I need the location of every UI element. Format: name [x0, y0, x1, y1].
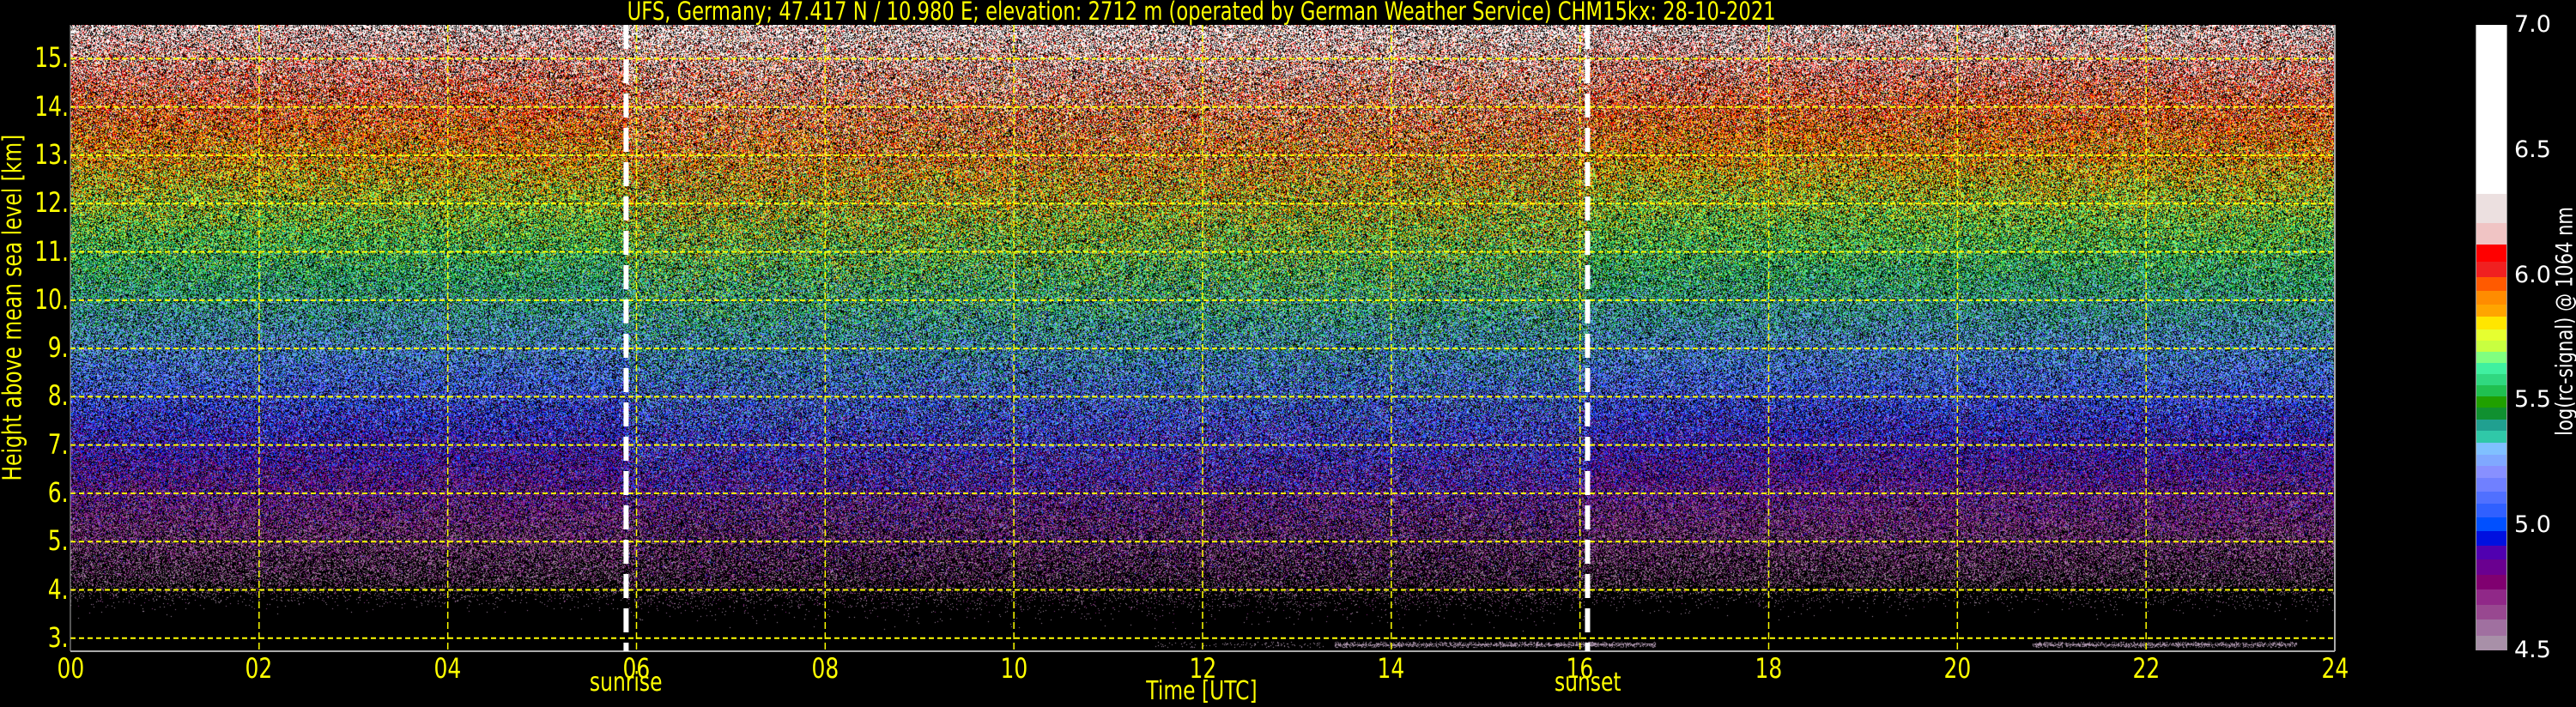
- plot-overlay: [0, 0, 2576, 707]
- y-tick-label: 14.: [17, 93, 69, 120]
- colorbar-band: [2476, 589, 2506, 605]
- y-tick-label: 3.: [17, 624, 69, 651]
- colorbar-band: [2476, 420, 2506, 431]
- x-tick-label: 22: [2112, 652, 2180, 685]
- colorbar-band: [2476, 329, 2506, 341]
- colorbar-band: [2476, 466, 2506, 478]
- x-tick-label: 14: [1357, 652, 1426, 685]
- colorbar-band: [2476, 546, 2506, 559]
- y-tick-label: 5.: [17, 527, 69, 554]
- x-tick-label: 10: [979, 652, 1048, 685]
- colorbar-band: [2476, 341, 2506, 352]
- colorbar-band: [2476, 531, 2506, 546]
- x-tick-label: 02: [225, 652, 294, 685]
- colorbar-band: [2476, 194, 2506, 223]
- colorbar-band: [2476, 374, 2506, 385]
- colorbar-tick-label: 6.0: [2514, 263, 2551, 287]
- colorbar-band: [2476, 636, 2506, 650]
- colorbar: [2476, 25, 2507, 650]
- colorbar-band: [2476, 478, 2506, 492]
- colorbar-band: [2476, 455, 2506, 466]
- colorbar-tick-label: 6.5: [2514, 138, 2551, 162]
- colorbar-band: [2476, 305, 2506, 317]
- colorbar-band: [2476, 396, 2506, 407]
- colorbar-band: [2476, 619, 2506, 635]
- colorbar-tick-label: 4.5: [2514, 638, 2551, 662]
- colorbar-band: [2476, 431, 2506, 443]
- colorbar-band: [2476, 277, 2506, 291]
- x-tick-label: 08: [791, 652, 859, 685]
- colorbar-tick-label: 5.0: [2514, 513, 2551, 537]
- y-tick-label: 4.: [17, 576, 69, 603]
- y-tick-label: 15.: [17, 44, 69, 71]
- colorbar-band: [2476, 245, 2506, 262]
- colorbar-label: log(rc-signal) @ 1064 nm: [2552, 211, 2576, 468]
- colorbar-band: [2476, 363, 2506, 374]
- colorbar-band: [2476, 262, 2506, 277]
- x-tick-label: 24: [2300, 652, 2369, 685]
- x-tick-label: 04: [414, 652, 482, 685]
- x-tick-label: 20: [1923, 652, 1991, 685]
- x-axis-label: Time [UTC]: [1116, 676, 1288, 706]
- x-tick-label: 18: [1735, 652, 1803, 685]
- y-axis-label: Height above mean sea level [km]: [0, 153, 28, 530]
- colorbar-band: [2476, 317, 2506, 329]
- colorbar-band: [2476, 575, 2506, 589]
- colorbar-band: [2476, 605, 2506, 619]
- colorbar-band: [2476, 492, 2506, 505]
- colorbar-band: [2476, 504, 2506, 517]
- sunrise-label: sunrise: [566, 668, 686, 698]
- colorbar-band: [2476, 559, 2506, 575]
- colorbar-band: [2476, 385, 2506, 396]
- colorbar-tick-label: 5.5: [2514, 388, 2551, 412]
- x-tick-label: 00: [36, 652, 105, 685]
- colorbar-band: [2476, 25, 2506, 194]
- colorbar-band: [2476, 291, 2506, 305]
- colorbar-band: [2476, 223, 2506, 245]
- colorbar-tick-label: 7.0: [2514, 13, 2551, 37]
- colorbar-band: [2476, 443, 2506, 455]
- sunset-label: sunset: [1527, 668, 1647, 698]
- colorbar-band: [2476, 408, 2506, 420]
- colorbar-band: [2476, 517, 2506, 531]
- colorbar-band: [2476, 352, 2506, 363]
